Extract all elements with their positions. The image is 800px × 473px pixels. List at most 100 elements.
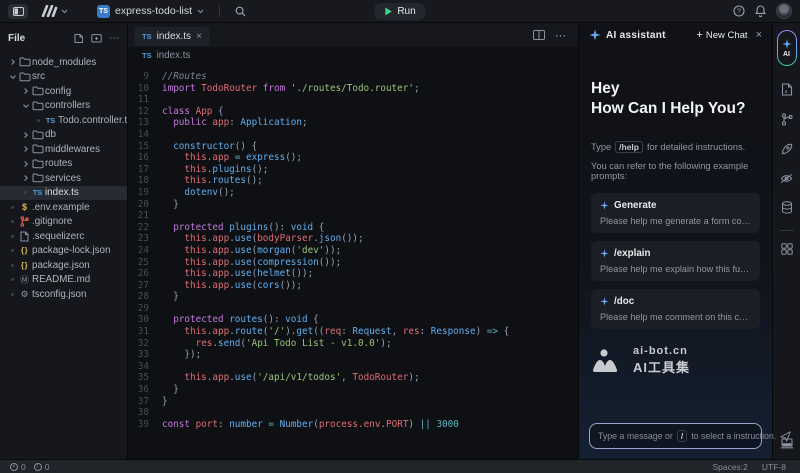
tree-item--gitignore[interactable]: .gitignore — [0, 215, 127, 230]
code-editor[interactable]: 9//Routes10import TodoRouter from './rou… — [128, 64, 578, 459]
line-number: 34 — [128, 361, 162, 373]
rail-deploy-button[interactable] — [780, 143, 793, 156]
tree-item-readme-md[interactable]: ⓂREADME.md — [0, 273, 127, 288]
code-line[interactable]: 15 constructor() { — [128, 141, 578, 153]
app-logo[interactable] — [41, 5, 68, 17]
line-number: 32 — [128, 338, 162, 350]
code-line[interactable]: 23 this.app.use(bodyParser.json()); — [128, 233, 578, 245]
rail-apps-button[interactable] — [781, 243, 793, 255]
code-line[interactable]: 27 this.app.use(cors()); — [128, 280, 578, 292]
file-status-dot — [11, 235, 14, 238]
rail-git-button[interactable] — [781, 113, 793, 126]
tree-item-src[interactable]: src — [0, 70, 127, 85]
code-line[interactable]: 9//Routes — [128, 71, 578, 83]
code-line[interactable]: 37} — [128, 396, 578, 408]
encoding-setting[interactable]: UTF-8 — [762, 462, 786, 472]
code-line[interactable]: 33 }); — [128, 349, 578, 361]
rail-docs-button[interactable]: a — [781, 83, 793, 96]
send-button[interactable] — [780, 431, 791, 442]
code-line[interactable]: 12class App { — [128, 106, 578, 118]
code-line[interactable]: 18 this.routes(); — [128, 175, 578, 187]
prompt-card-generate[interactable]: GeneratePlease help me generate a form c… — [591, 193, 760, 233]
svg-text:?: ? — [737, 8, 741, 15]
tab-index-ts[interactable]: TS index.ts × — [134, 27, 210, 46]
new-folder-button[interactable] — [91, 33, 102, 43]
sidebar-toggle-button[interactable] — [8, 4, 28, 19]
file-explorer-header: File ⋯ — [0, 27, 127, 49]
code-line[interactable]: 16 this.app = express(); — [128, 152, 578, 164]
user-avatar[interactable] — [776, 3, 792, 19]
tree-item-label: src — [32, 71, 45, 82]
warnings-indicator[interactable]: ! 0 — [34, 462, 50, 472]
code-line[interactable]: 20 } — [128, 199, 578, 211]
tree-item--sequelizerc[interactable]: .sequelizerc — [0, 229, 127, 244]
project-switcher[interactable]: TS express-todo-list — [97, 5, 204, 18]
code-line[interactable]: 30 protected routes(): void { — [128, 314, 578, 326]
error-count: 0 — [21, 462, 26, 472]
markdown-file-icon: Ⓜ — [20, 273, 29, 286]
explorer-more-button[interactable]: ⋯ — [109, 33, 119, 44]
code-line[interactable]: 13 public app: Application; — [128, 117, 578, 129]
tree-item-package-lock-json[interactable]: {}package-lock.json — [0, 244, 127, 259]
split-editor-icon — [533, 30, 545, 40]
ai-message-input[interactable]: Type a message or / to select a instruct… — [589, 423, 762, 449]
code-text: this.routes(); — [162, 175, 263, 187]
code-line[interactable]: 21 — [128, 210, 578, 222]
help-button[interactable]: ? — [733, 5, 745, 17]
indentation-setting[interactable]: Spaces:2 — [712, 462, 747, 472]
new-file-button[interactable] — [74, 33, 84, 44]
code-line[interactable]: 38 — [128, 407, 578, 419]
rail-ai-button[interactable]: AI — [777, 30, 797, 66]
tree-item-package-json[interactable]: {}package.json — [0, 258, 127, 273]
code-text: } — [162, 199, 179, 211]
tree-item-controllers[interactable]: controllers — [0, 99, 127, 114]
chevron-down-icon — [61, 9, 68, 14]
tree-item--env-example[interactable]: $.env.example — [0, 200, 127, 215]
tree-item-services[interactable]: services — [0, 171, 127, 186]
search-button[interactable] — [235, 6, 246, 17]
tab-close-icon[interactable]: × — [196, 31, 202, 42]
code-line[interactable]: 35 this.app.use('/api/v1/todos', TodoRou… — [128, 372, 578, 384]
code-line[interactable]: 31 this.app.route('/').get((req: Request… — [128, 326, 578, 338]
code-line[interactable]: 39const port: number = Number(process.en… — [128, 419, 578, 431]
breadcrumb[interactable]: TS index.ts — [128, 47, 578, 64]
line-number: 28 — [128, 291, 162, 303]
tree-item-routes[interactable]: routes — [0, 157, 127, 172]
tree-item-config[interactable]: config — [0, 84, 127, 99]
tree-item-todo-controller-ts[interactable]: TSTodo.controller.ts — [0, 113, 127, 128]
tree-item-tsconfig-json[interactable]: ⚙tsconfig.json — [0, 287, 127, 302]
errors-indicator[interactable]: × 0 — [10, 462, 26, 472]
code-line[interactable]: 14 — [128, 129, 578, 141]
tree-item-index-ts[interactable]: TSindex.ts — [0, 186, 127, 201]
prompt-card-explain[interactable]: /explainPlease help me explain how this … — [591, 241, 760, 281]
new-chat-label: New Chat — [706, 30, 748, 41]
code-line[interactable]: 10import TodoRouter from './routes/Todo.… — [128, 83, 578, 95]
code-line[interactable]: 11 — [128, 94, 578, 106]
code-line[interactable]: 32 res.send('Api Todo List - v1.0.0'); — [128, 338, 578, 350]
notifications-button[interactable] — [755, 5, 766, 17]
tree-item-db[interactable]: db — [0, 128, 127, 143]
tree-item-node-modules[interactable]: node_modules — [0, 55, 127, 70]
code-line[interactable]: 26 this.app.use(helmet()); — [128, 268, 578, 280]
code-line[interactable]: 19 dotenv(); — [128, 187, 578, 199]
docs-icon: a — [781, 83, 793, 96]
rail-preview-button[interactable] — [780, 173, 793, 184]
new-chat-button[interactable]: + New Chat — [696, 29, 747, 41]
split-editor-button[interactable] — [533, 30, 545, 40]
code-text: this.app.use(compression()); — [162, 257, 341, 269]
code-line[interactable]: 36 } — [128, 384, 578, 396]
code-line[interactable]: 34 — [128, 361, 578, 373]
code-line[interactable]: 22 protected plugins(): void { — [128, 222, 578, 234]
prompt-card-doc[interactable]: /docPlease help me comment on this code. — [591, 289, 760, 329]
code-line[interactable]: 28 } — [128, 291, 578, 303]
ai-panel-close-icon[interactable]: × — [756, 29, 762, 41]
code-line[interactable]: 24 this.app.use(morgan('dev')); — [128, 245, 578, 257]
code-line[interactable]: 25 this.app.use(compression()); — [128, 257, 578, 269]
rail-database-button[interactable] — [781, 201, 793, 214]
editor-more-button[interactable]: ⋯ — [555, 29, 566, 42]
code-line[interactable]: 29 — [128, 303, 578, 315]
code-line[interactable]: 17 this.plugins(); — [128, 164, 578, 176]
run-button[interactable]: Run — [374, 3, 425, 20]
tree-item-middlewares[interactable]: middlewares — [0, 142, 127, 157]
code-text: dotenv(); — [162, 187, 235, 199]
